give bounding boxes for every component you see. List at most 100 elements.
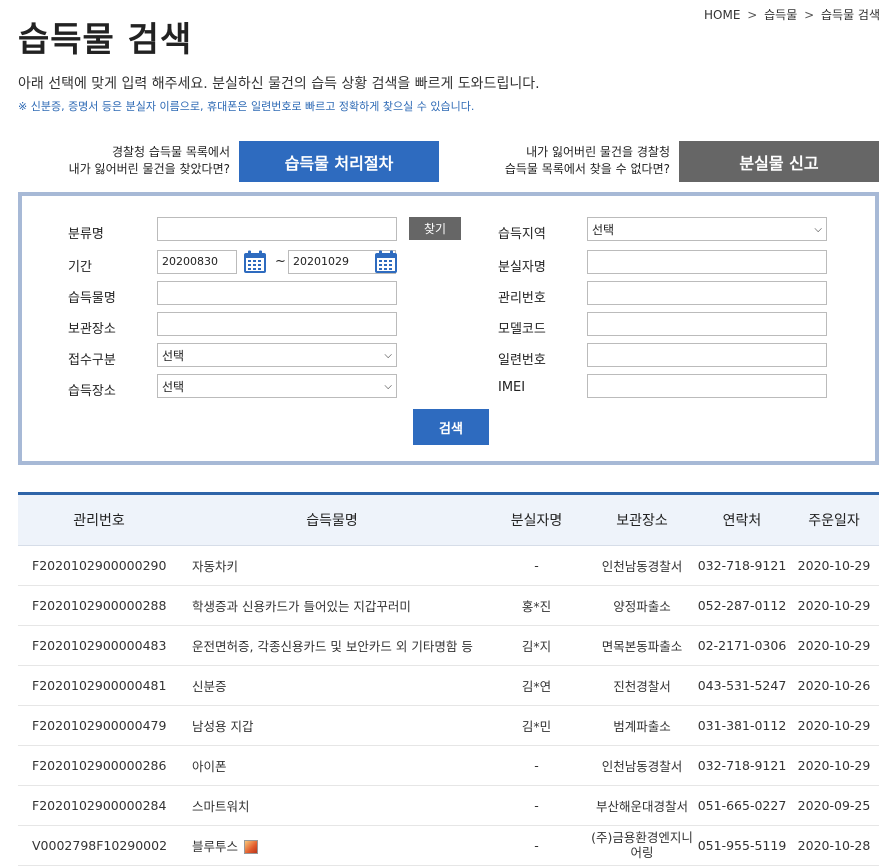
- calendar-icon[interactable]: [243, 250, 267, 274]
- image-thumbnail-icon[interactable]: [244, 840, 259, 854]
- cell-item-name[interactable]: 아이폰: [180, 745, 484, 786]
- owner-name-input[interactable]: [587, 250, 827, 274]
- report-promo-line1: 내가 잃어버린 물건을 경찰청: [526, 145, 670, 159]
- cell-found-date-text: 2020-09-25: [797, 797, 871, 813]
- item-name-label: 습득물명: [68, 291, 116, 306]
- chevron-right-icon: >: [804, 8, 815, 22]
- cell-found-date-text: 2020-10-29: [797, 557, 871, 573]
- imei-input[interactable]: [587, 374, 827, 398]
- cell-owner-name-text: -: [534, 837, 539, 853]
- receipt-type-select[interactable]: 선택 ⌵: [157, 343, 397, 367]
- cell-storage-place: 양정파출소: [589, 585, 695, 626]
- search-form: 분류명 찾기 기간 20200830 ~ 20201029 습득물명 보관장소 …: [18, 192, 879, 465]
- breadcrumb-level2[interactable]: 습득물 검색: [821, 6, 880, 23]
- breadcrumb-level1[interactable]: 습득물: [764, 6, 797, 23]
- table-row[interactable]: F2020102900000290 자동차키 - 인천남동경찰서 032-718-912…: [18, 545, 879, 586]
- model-code-label: 모델코드: [498, 322, 546, 337]
- cell-storage-place-text: 인천남동경찰서: [601, 758, 683, 774]
- cell-manage-no: F2020102900000483: [18, 625, 180, 666]
- cell-found-date: 2020-10-29: [789, 705, 879, 746]
- found-place-select[interactable]: 선택 ⌵: [157, 374, 397, 398]
- cell-manage-no: F2020102900000479: [18, 705, 180, 746]
- column-header: 분실자명: [484, 495, 589, 546]
- table-row[interactable]: F2020102900000483 운전면허증, 각종신용카드 및 보안카드 외 …: [18, 625, 879, 666]
- serial-no-input[interactable]: [587, 343, 827, 367]
- chevron-down-icon: ⌵: [384, 380, 392, 392]
- table-row[interactable]: F2020102900000479 남성용 지갑 김*민 범계파출소 031-381-0…: [18, 705, 879, 746]
- cell-owner-name-text: -: [534, 797, 539, 813]
- cell-item-name[interactable]: 학생증과 신용카드가 들어있는 지갑꾸러미: [180, 585, 484, 626]
- search-button[interactable]: 검색: [413, 409, 489, 445]
- cell-storage-place: 인천남동경찰서: [589, 545, 695, 586]
- model-code-input[interactable]: [587, 312, 827, 336]
- cell-owner-name-text: -: [534, 557, 539, 573]
- found-region-label: 습득지역: [498, 227, 546, 242]
- process-promo-line1: 경찰청 습득물 목록에서: [111, 145, 230, 159]
- date-from-input[interactable]: 20200830: [157, 250, 237, 274]
- found-region-select[interactable]: 선택 ⌵: [587, 217, 827, 241]
- found-region-value: 선택: [592, 222, 615, 237]
- find-category-button[interactable]: 찾기: [409, 217, 461, 240]
- cell-found-date-text: 2020-10-29: [797, 717, 871, 733]
- cell-item-name[interactable]: 스마트워치: [180, 785, 484, 826]
- column-header: 습득물명: [180, 495, 484, 546]
- cell-item-name[interactable]: 자동차키: [180, 545, 484, 586]
- calendar-icon[interactable]: [374, 250, 398, 274]
- cell-owner-name: 홍*진: [484, 585, 589, 626]
- cell-phone-text: 032-718-9121: [697, 757, 787, 773]
- cell-found-date: 2020-10-29: [789, 625, 879, 666]
- cell-found-date-text: 2020-10-26: [797, 677, 871, 693]
- cell-found-date: 2020-10-29: [789, 585, 879, 626]
- breadcrumb: HOME > 습득물 > 습득물 검색: [704, 6, 880, 23]
- cell-item-name[interactable]: 남성용 지갑: [180, 705, 484, 746]
- cell-owner-name: -: [484, 745, 589, 786]
- cell-item-name[interactable]: 블루투스: [180, 825, 484, 866]
- cell-phone: 051-955-5119: [695, 825, 789, 866]
- table-row[interactable]: V0002798F10290002 블루투스 - (주)금용환경엔지니어링 051-95…: [18, 825, 879, 866]
- cell-owner-name-text: 김*지: [521, 638, 552, 654]
- cell-manage-no: F2020102900000290: [18, 545, 180, 586]
- column-header: 보관장소: [589, 495, 695, 546]
- cell-phone-text: 051-955-5119: [697, 837, 787, 853]
- cell-manage-no: V0002798F10290002: [18, 825, 180, 866]
- cell-found-date: 2020-10-26: [789, 665, 879, 706]
- cell-owner-name: 김*연: [484, 665, 589, 706]
- page-description: 아래 선택에 맞게 입력 해주세요. 분실하신 물건의 습득 상황 검색을 빠르…: [18, 76, 540, 92]
- cell-storage-place: 진천경찰서: [589, 665, 695, 706]
- process-promo-line2: 내가 잃어버린 물건을 찾았다면?: [68, 162, 230, 176]
- cell-manage-no-text: F2020102900000290: [32, 557, 167, 573]
- process-procedure-button[interactable]: 습득물 처리절차: [239, 141, 439, 182]
- table-row[interactable]: F2020102900000288 학생증과 신용카드가 들어있는 지갑꾸러미 홍*…: [18, 585, 879, 626]
- storage-input[interactable]: [157, 312, 397, 336]
- cell-item-name-text: 블루투스: [192, 838, 239, 854]
- cell-phone: 052-287-0112: [695, 585, 789, 626]
- item-name-input[interactable]: [157, 281, 397, 305]
- cell-phone-text: 02-2171-0306: [697, 637, 787, 653]
- cell-storage-place: 인천남동경찰서: [589, 745, 695, 786]
- column-header: 연락처: [695, 495, 789, 546]
- table-row[interactable]: F2020102900000481 신분증 김*연 진천경찰서 043-531-5247…: [18, 665, 879, 706]
- imei-label: IMEI: [498, 380, 526, 395]
- table-row[interactable]: F2020102900000286 아이폰 - 인천남동경찰서 032-718-9121…: [18, 745, 879, 786]
- cell-phone-text: 031-381-0112: [697, 717, 787, 733]
- column-header: 주운일자: [789, 495, 879, 546]
- cell-storage-place-text: 범계파출소: [613, 718, 671, 734]
- table-header-row: 관리번호 습득물명 분실자명 보관장소 연락처 주운일자: [18, 495, 879, 546]
- cell-storage-place-text: 인천남동경찰서: [601, 558, 683, 574]
- manage-no-input[interactable]: [587, 281, 827, 305]
- cell-manage-no-text: F2020102900000481: [32, 677, 167, 693]
- breadcrumb-home[interactable]: HOME: [704, 8, 740, 22]
- chevron-right-icon: >: [747, 8, 758, 22]
- cell-found-date-text: 2020-10-29: [797, 757, 871, 773]
- cell-item-name-text: 자동차키: [192, 558, 239, 574]
- cell-owner-name-text: 김*연: [521, 678, 552, 694]
- cell-item-name[interactable]: 신분증: [180, 665, 484, 706]
- cell-item-name[interactable]: 운전면허증, 각종신용카드 및 보안카드 외 기타명함 등: [180, 625, 484, 666]
- page-title: 습득물 검색: [18, 20, 193, 60]
- table-row[interactable]: F2020102900000284 스마트워치 - 부산해운대경찰서 051-665-0…: [18, 785, 879, 826]
- category-input[interactable]: [157, 217, 397, 241]
- period-label: 기간: [68, 260, 92, 275]
- cell-manage-no-text: F2020102900000286: [32, 757, 167, 773]
- lost-report-button[interactable]: 분실물 신고: [679, 141, 879, 182]
- cell-phone-text: 032-718-9121: [697, 557, 787, 573]
